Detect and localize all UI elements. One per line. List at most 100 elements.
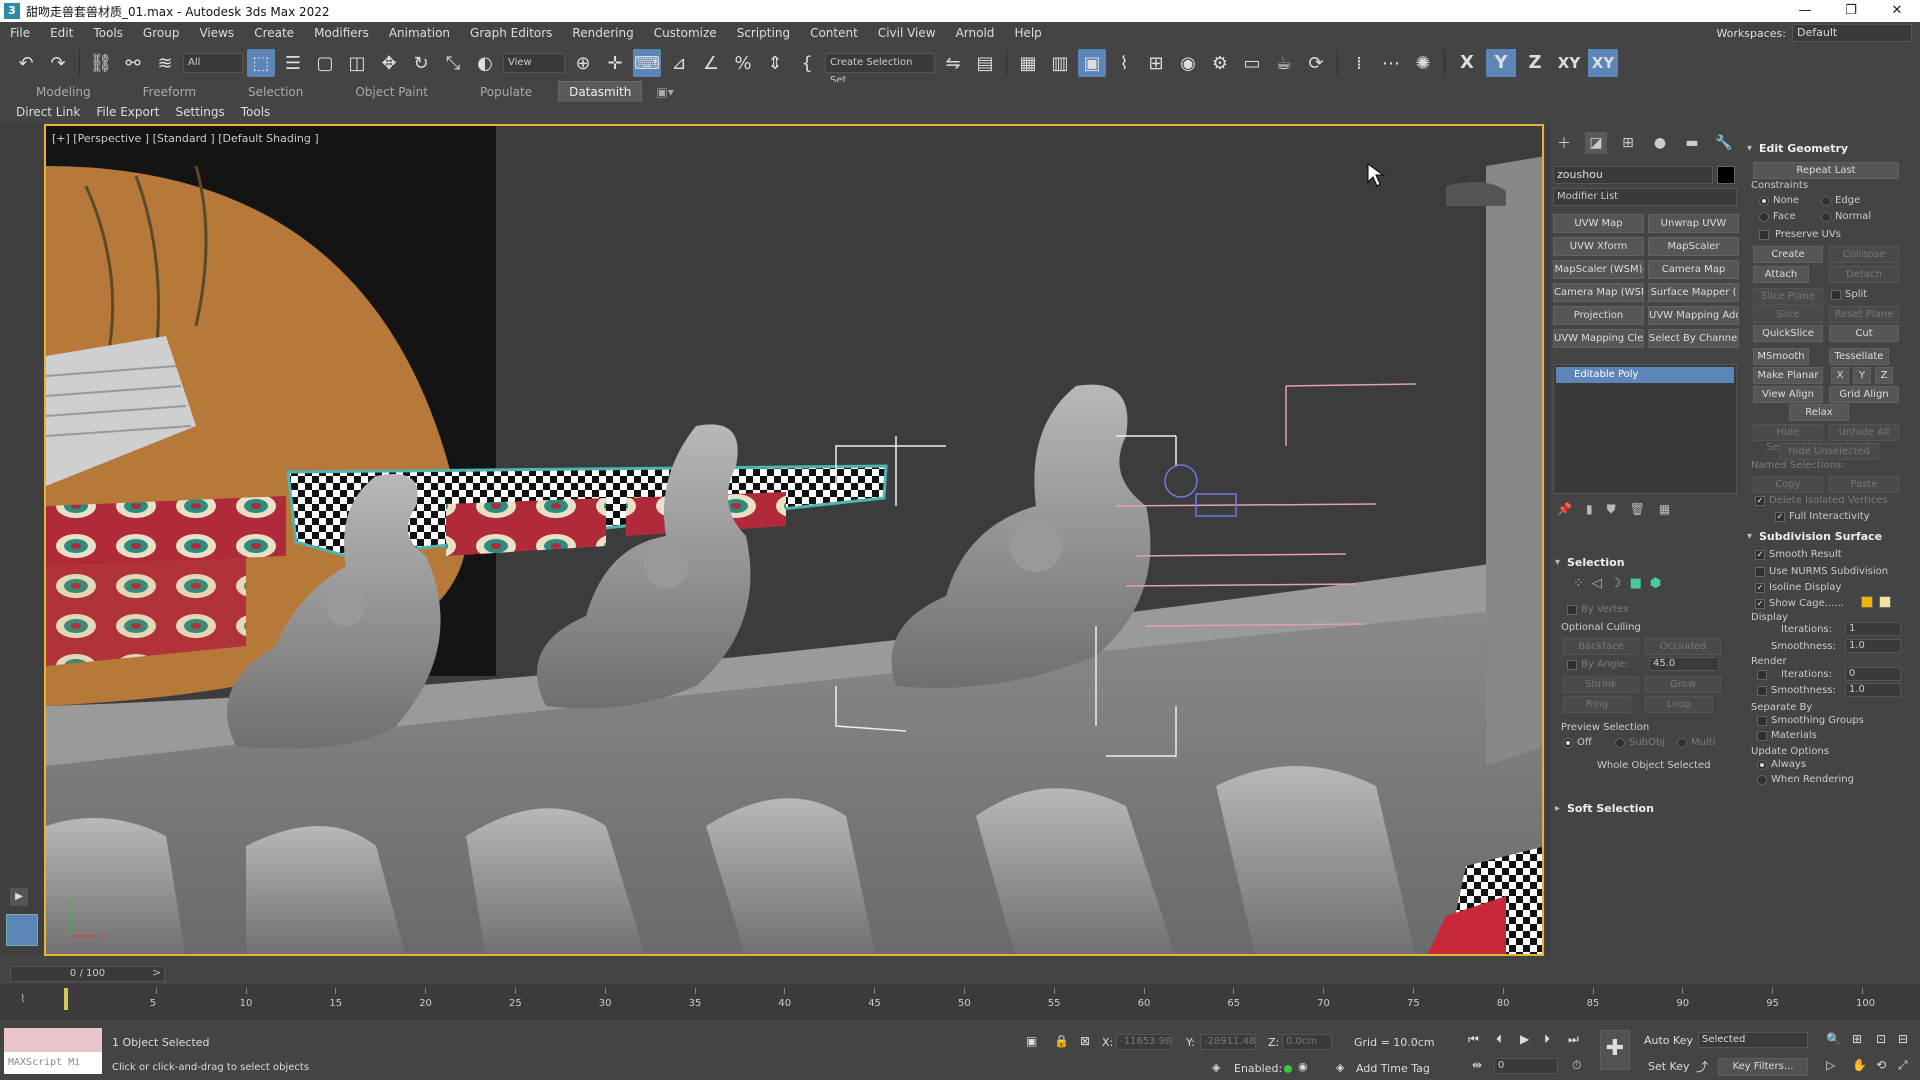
- scale-icon[interactable]: ⤡: [439, 49, 467, 77]
- move-icon[interactable]: ✥: [375, 49, 403, 77]
- prev-frame-icon[interactable]: ⏴: [1496, 1032, 1502, 1047]
- window-crossing-icon[interactable]: ◫: [343, 49, 371, 77]
- object-color-swatch[interactable]: [1717, 166, 1735, 184]
- zoom-all-icon[interactable]: ⊞: [1852, 1032, 1862, 1046]
- isolate-selection-icon[interactable]: ▣: [1026, 1034, 1037, 1048]
- trackbar[interactable]: ⌇ 5 10 15 20 25 30 35 40 45 50 55 60 65 70 75 80 85 90 95 1…: [0, 984, 1920, 1020]
- select-object-icon[interactable]: ⬚: [247, 49, 275, 77]
- current-frame-field[interactable]: 0: [1494, 1058, 1558, 1074]
- preserve-uvs-checkbox[interactable]: [1759, 230, 1769, 240]
- modifier-list-dropdown[interactable]: Modifier List: [1553, 188, 1737, 206]
- quickslice-button[interactable]: QuickSlice: [1753, 325, 1823, 342]
- place-icon[interactable]: ◐: [471, 49, 499, 77]
- axis-xy-cycle-button[interactable]: XY: [1588, 49, 1618, 77]
- time-slider-thumb[interactable]: 0 / 100: [10, 966, 165, 982]
- menu-animation[interactable]: Animation: [379, 22, 460, 44]
- polygon-level-icon[interactable]: ■: [1630, 576, 1642, 591]
- y-coord-field[interactable]: -28911.48: [1200, 1034, 1256, 1050]
- make-planar-y-button[interactable]: Y: [1853, 367, 1871, 384]
- remove-modifier-icon[interactable]: 🗑: [1630, 502, 1645, 517]
- paste-button[interactable]: Paste: [1829, 476, 1899, 493]
- modify-tab-icon[interactable]: ◪: [1585, 132, 1607, 154]
- backface-button[interactable]: Backface: [1563, 638, 1639, 655]
- by-angle-checkbox[interactable]: [1567, 660, 1577, 670]
- by-angle-spinner[interactable]: 45.0: [1649, 657, 1719, 671]
- keyboard-shortcut-override-icon[interactable]: ⌨: [633, 49, 661, 77]
- create-tab-icon[interactable]: ＋: [1553, 132, 1575, 154]
- render-smoothness-checkbox[interactable]: [1757, 686, 1767, 696]
- rendered-frame-icon[interactable]: ▭: [1238, 49, 1266, 77]
- smoothing-groups-checkbox[interactable]: [1757, 716, 1767, 726]
- close-button[interactable]: ✕: [1874, 0, 1920, 22]
- array-icon[interactable]: ⋯: [1377, 49, 1405, 77]
- display-tab-icon[interactable]: ▬: [1681, 132, 1703, 154]
- snaps-toggle-icon[interactable]: ⊿: [665, 49, 693, 77]
- by-vertex-checkbox[interactable]: [1567, 605, 1577, 615]
- use-nurms-checkbox[interactable]: [1755, 567, 1765, 577]
- ribbon-file-export[interactable]: File Export: [88, 105, 167, 119]
- orbit-icon[interactable]: ⟲: [1876, 1058, 1886, 1072]
- make-planar-button[interactable]: Make Planar: [1753, 367, 1823, 384]
- scene-explorer-icon[interactable]: ▦: [1014, 49, 1042, 77]
- time-config-icon[interactable]: ⏱: [1572, 1058, 1581, 1073]
- occluded-button[interactable]: Occluded: [1645, 638, 1721, 655]
- constraint-normal-radio[interactable]: [1821, 212, 1831, 222]
- key-filters-button[interactable]: Key Filters...: [1718, 1058, 1808, 1076]
- detach-button[interactable]: Detach: [1829, 266, 1899, 283]
- preview-off-radio[interactable]: [1563, 738, 1573, 748]
- full-interactivity-checkbox[interactable]: ✓: [1775, 512, 1785, 522]
- auto-key-button[interactable]: Auto Key: [1644, 1034, 1693, 1047]
- perspective-viewport[interactable]: [+] [Perspective ] [Standard ] [Default …: [44, 124, 1544, 956]
- absolute-mode-icon[interactable]: ⊠: [1080, 1034, 1090, 1048]
- align-icon[interactable]: ▤: [971, 49, 999, 77]
- snap-options-icon[interactable]: ✺: [1409, 49, 1437, 77]
- display-iterations-spinner[interactable]: 1: [1845, 622, 1901, 636]
- vertex-level-icon[interactable]: ⁘: [1573, 576, 1584, 591]
- key-mode-icon[interactable]: ⇹: [1472, 1058, 1482, 1072]
- materials-checkbox[interactable]: [1757, 731, 1767, 741]
- hierarchy-tab-icon[interactable]: ⊞: [1617, 132, 1639, 154]
- ring-button[interactable]: Ring: [1563, 696, 1631, 713]
- ribbon-settings[interactable]: Settings: [168, 105, 233, 119]
- material-editor-icon[interactable]: ◉: [1174, 49, 1202, 77]
- attach-button[interactable]: Attach: [1753, 266, 1809, 283]
- preview-multi-radio[interactable]: [1677, 738, 1687, 748]
- render-iterations-spinner[interactable]: 0: [1845, 667, 1901, 681]
- tab-freeform[interactable]: Freeform: [117, 82, 222, 102]
- selection-rollout-header[interactable]: Selection: [1553, 554, 1737, 572]
- curve-editor-icon[interactable]: ⌇: [1110, 49, 1138, 77]
- constraint-face-radio[interactable]: [1759, 212, 1769, 222]
- menu-modifiers[interactable]: Modifiers: [304, 22, 379, 44]
- z-coord-field[interactable]: 0.0cm: [1282, 1034, 1332, 1050]
- view-align-button[interactable]: View Align: [1753, 386, 1823, 403]
- menu-tools[interactable]: Tools: [83, 22, 133, 44]
- zoom-icon[interactable]: 🔍: [1826, 1032, 1841, 1046]
- relax-button[interactable]: Relax: [1789, 404, 1849, 421]
- menu-arnold[interactable]: Arnold: [946, 22, 1005, 44]
- delete-isolated-checkbox[interactable]: ✓: [1755, 496, 1765, 506]
- menu-help[interactable]: Help: [1004, 22, 1051, 44]
- next-frame-icon[interactable]: ⏵: [1544, 1032, 1550, 1047]
- make-planar-x-button[interactable]: X: [1831, 367, 1849, 384]
- render-smoothness-spinner[interactable]: 1.0: [1845, 683, 1901, 697]
- time-tag-toggle-icon[interactable]: ◉: [1298, 1060, 1308, 1073]
- axis-z-button[interactable]: Z: [1520, 49, 1550, 77]
- default-tangent-icon[interactable]: ⤴: [1696, 1058, 1708, 1075]
- slice-plane-button[interactable]: Slice Plane: [1753, 288, 1823, 305]
- update-always-radio[interactable]: [1757, 760, 1767, 770]
- pin-stack-icon[interactable]: 📌: [1557, 502, 1572, 517]
- split-checkbox[interactable]: [1831, 290, 1841, 300]
- undo-icon[interactable]: ↶: [12, 49, 40, 77]
- selection-filter-dropdown[interactable]: All: [183, 53, 243, 73]
- utilities-tab-icon[interactable]: 🔧: [1713, 132, 1735, 154]
- workspace-dropdown[interactable]: Default: [1792, 24, 1912, 42]
- adaptive-degradation-icon[interactable]: ◈: [1212, 1061, 1220, 1074]
- cage-selection-color-swatch[interactable]: [1879, 596, 1891, 608]
- axis-y-button[interactable]: Y: [1486, 49, 1516, 77]
- select-manipulate-icon[interactable]: ✛: [601, 49, 629, 77]
- redo-icon[interactable]: ↷: [44, 49, 72, 77]
- menu-views[interactable]: Views: [189, 22, 244, 44]
- set-key-plus-icon[interactable]: ✚: [1600, 1030, 1630, 1070]
- axis-x-button[interactable]: X: [1452, 49, 1482, 77]
- unwrap-uvw-button[interactable]: Unwrap UVW: [1648, 214, 1739, 233]
